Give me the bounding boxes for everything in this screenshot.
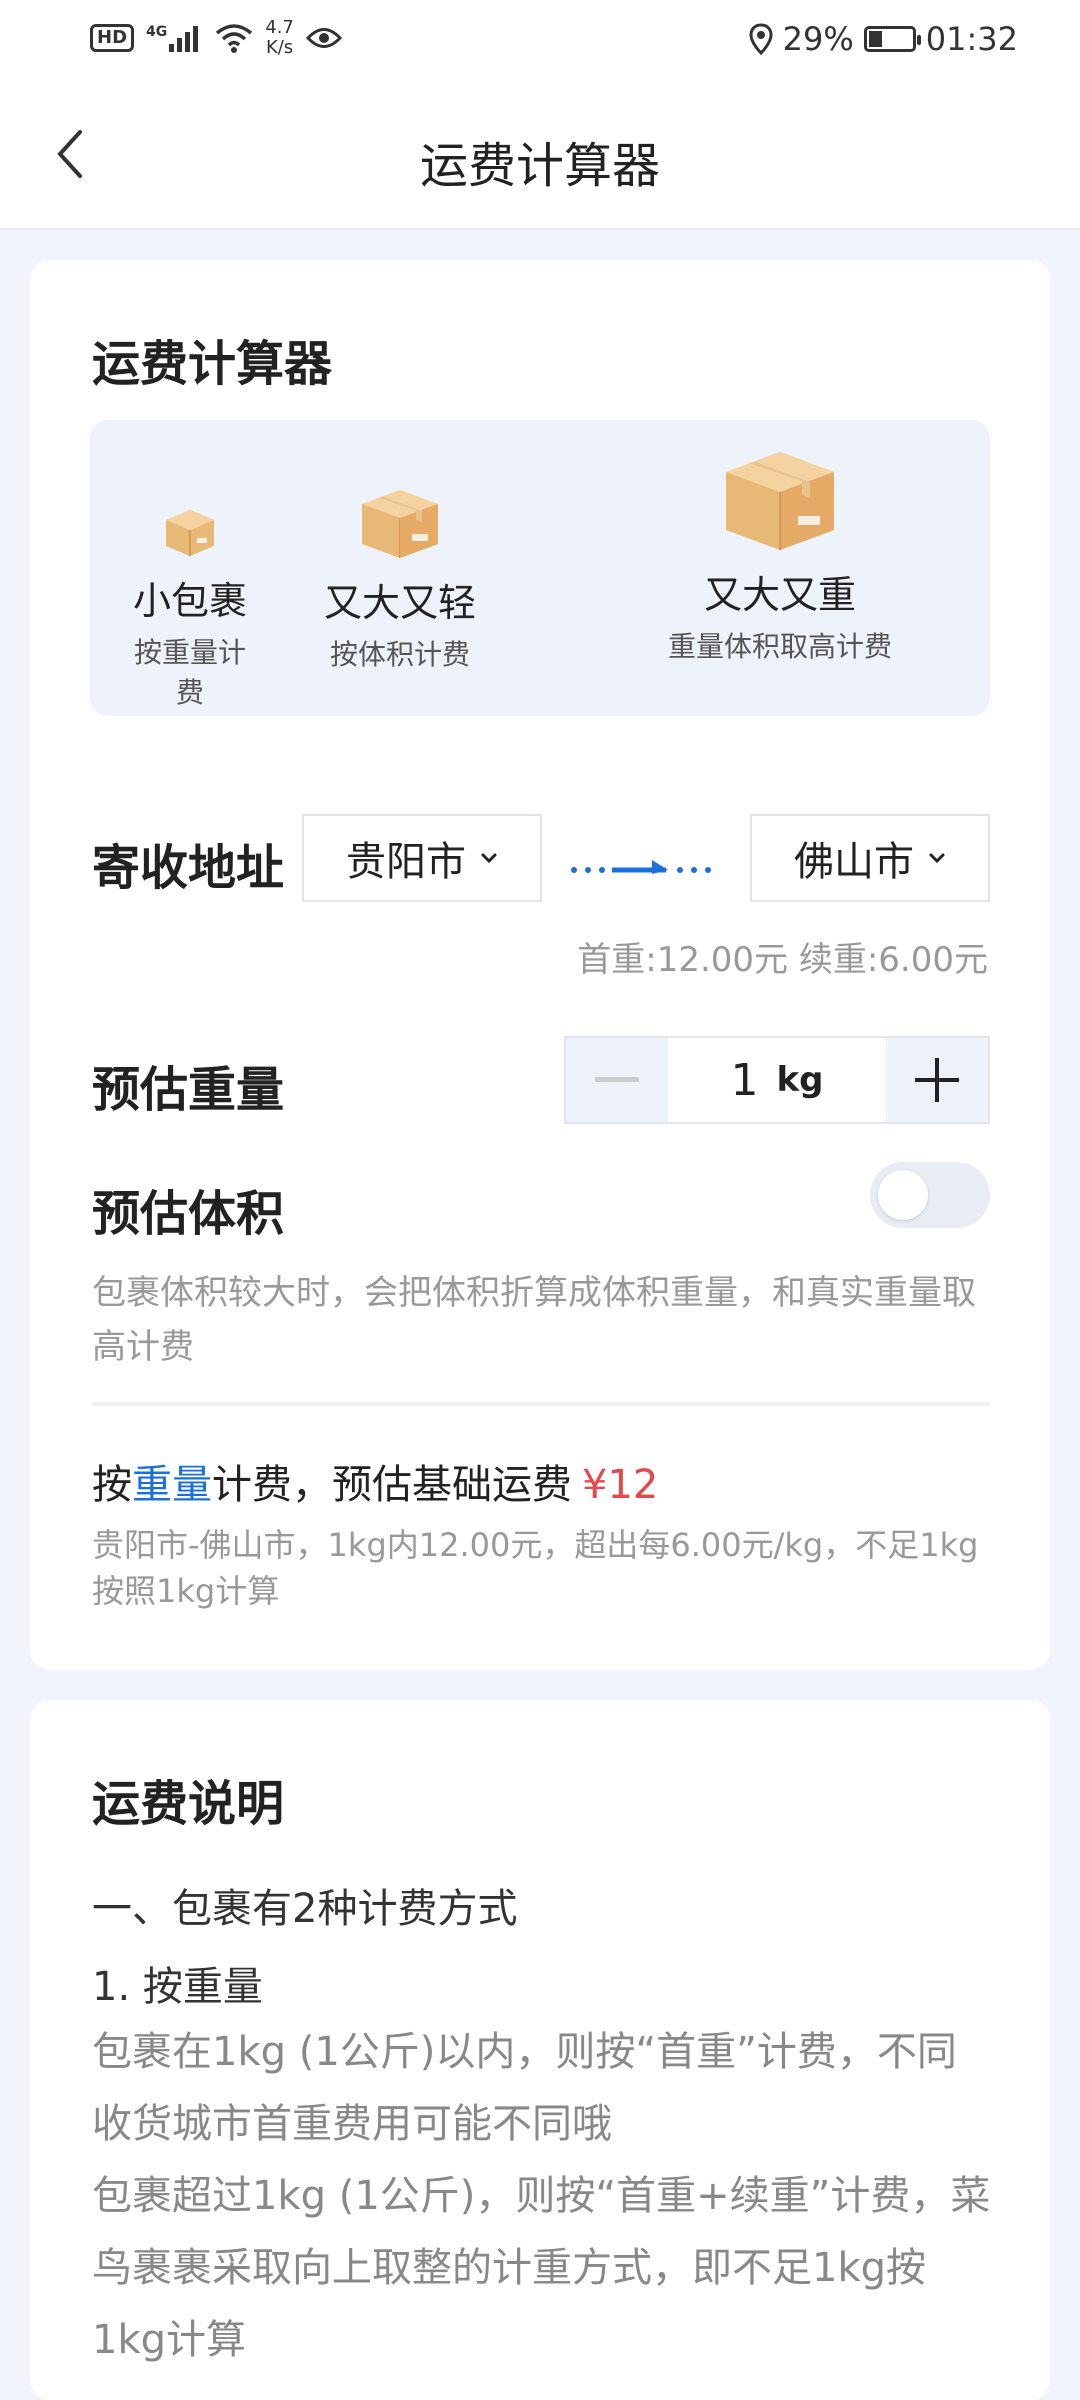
estimate-prefix: 按 — [92, 1462, 132, 1508]
estimate-price: ¥12 — [582, 1462, 659, 1508]
explanation-para-2: 包裹超过1kg (1公斤)，则按“首重+续重”计费，菜鸟裹裹采取向上取整的计重方… — [92, 2173, 991, 2363]
explanation-line-1: 一、包裹有2种计费方式 — [92, 1886, 518, 1932]
package-desc: 按重量计费 — [133, 636, 246, 709]
estimate-mid: 计费，预估基础运费 — [212, 1462, 572, 1508]
address-label: 寄收地址 — [92, 840, 285, 896]
calculator-card: 运费计算器 小包裹 按重量计费 又大又轻 按体积计费 又大又重 重量体积取高计费… — [30, 260, 1050, 1670]
small-box-icon — [166, 510, 214, 556]
app-header: 运费计算器 — [0, 84, 1080, 230]
eye-icon — [305, 28, 342, 48]
status-left: HD 4G 4.7 K/s — [90, 18, 342, 58]
wifi-icon — [216, 24, 253, 53]
clock: 01:32 — [925, 20, 1018, 58]
explanation-card: 运费说明 一、包裹有2种计费方式 1. 按重量 包裹在1kg (1公斤)以内，则… — [30, 1700, 1050, 2400]
battery-icon — [863, 26, 921, 52]
package-type-panel: 小包裹 按重量计费 又大又轻 按体积计费 又大又重 重量体积取高计费 — [90, 420, 990, 716]
weight-unit: kg — [776, 1060, 824, 1100]
page-title: 运费计算器 — [419, 138, 660, 194]
package-desc: 重量体积取高计费 — [667, 630, 892, 663]
weight-value-field[interactable]: 1 kg — [668, 1038, 886, 1122]
package-name: 小包裹 — [132, 579, 247, 623]
battery-percent: 29% — [782, 20, 854, 58]
estimate-mode: 重量 — [132, 1462, 212, 1508]
estimate-desc: 贵阳市-佛山市，1kg内12.00元，超出每6.00元/kg，不足1kg按照1k… — [92, 1526, 979, 1610]
package-option-large-light[interactable]: 又大又轻 按体积计费 — [300, 484, 500, 673]
location-icon — [749, 23, 773, 55]
cell-signal-icon: 4G — [146, 24, 203, 52]
explanation-title: 运费说明 — [92, 1776, 285, 1832]
network-speed: 4.7 K/s — [265, 18, 294, 58]
from-city-value: 贵阳市 — [346, 839, 466, 885]
package-name: 又大又重 — [703, 573, 856, 617]
minus-icon — [595, 1077, 639, 1082]
rate-text: 首重:12.00元 续重:6.00元 — [577, 940, 988, 980]
increase-button[interactable] — [886, 1038, 988, 1122]
weight-stepper: 1 kg — [564, 1036, 990, 1124]
speed-value: 4.7 — [265, 17, 294, 38]
route-arrow-icon — [571, 860, 711, 874]
hd-icon: HD — [90, 24, 135, 52]
calculator-title: 运费计算器 — [92, 336, 333, 392]
medium-box-icon — [362, 490, 438, 558]
divider — [92, 1402, 990, 1406]
decrease-button[interactable] — [566, 1038, 668, 1122]
weight-label: 预估重量 — [92, 1062, 285, 1118]
to-city-select[interactable]: 佛山市 — [750, 814, 990, 902]
volume-toggle[interactable] — [870, 1162, 990, 1228]
estimate-summary: 按重量计费，预估基础运费 ¥12 — [92, 1452, 658, 1510]
package-name: 又大又轻 — [323, 581, 476, 625]
package-option-small[interactable]: 小包裹 按重量计费 — [130, 502, 250, 711]
network-type: 4G — [146, 24, 168, 40]
status-bar: HD 4G 4.7 K/s 29% 01:32 — [0, 0, 1080, 84]
explanation-line-2: 1. 按重量 — [92, 1964, 263, 2010]
explanation-para-1: 包裹在1kg (1公斤)以内，则按“首重”计费，不同收货城市首重费用可能不同哦 — [92, 2029, 957, 2147]
weight-value: 1 — [730, 1054, 759, 1106]
chevron-down-icon — [481, 853, 497, 864]
speed-unit: K/s — [265, 37, 294, 58]
package-option-large-heavy[interactable]: 又大又重 重量体积取高计费 — [660, 444, 900, 665]
status-right: 29% 01:32 — [749, 20, 1018, 58]
large-box-icon — [726, 452, 834, 550]
volume-desc: 包裹体积较大时，会把体积折算成体积重量，和真实重量取高计费 — [92, 1273, 976, 1367]
package-desc: 按体积计费 — [329, 638, 470, 671]
toggle-knob — [878, 1170, 928, 1220]
chevron-down-icon — [929, 853, 945, 864]
from-city-select[interactable]: 贵阳市 — [302, 814, 542, 902]
volume-label: 预估体积 — [92, 1186, 285, 1242]
plus-icon — [915, 1058, 959, 1102]
to-city-value: 佛山市 — [794, 839, 914, 885]
